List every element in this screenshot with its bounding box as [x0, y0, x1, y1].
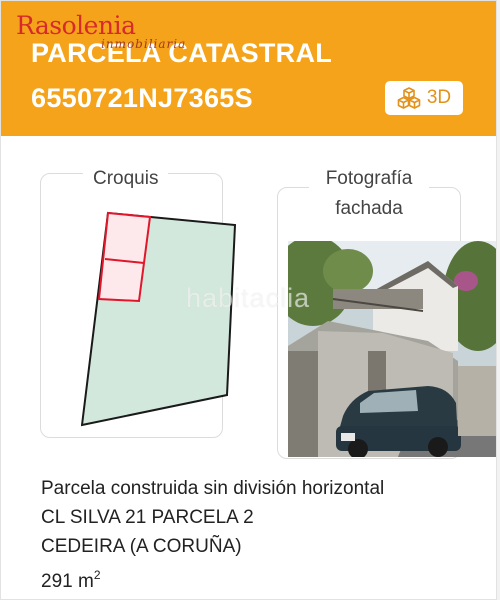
cubes-icon — [397, 87, 421, 109]
parcel-sketch[interactable] — [81, 211, 237, 427]
croquis-label: Croquis — [83, 164, 169, 194]
facade-photo[interactable] — [288, 241, 496, 457]
parcel-area: 291 m2 — [41, 561, 384, 596]
parcel-area-value: 291 m — [41, 571, 94, 592]
cadastral-parcel-card: PARCELA CATASTRAL 6550721NJ7365S Rasolen… — [0, 0, 497, 600]
view-3d-label: 3D — [426, 87, 452, 108]
title-line-reference: 6550721NJ7365S — [31, 83, 253, 113]
parcel-municipality: CEDEIRA (A CORUÑA) — [41, 536, 242, 557]
parcel-info: Parcela construida sin división horizont… — [41, 474, 384, 596]
fotografia-label: Fotografía fachada — [309, 164, 429, 224]
view-3d-button[interactable]: 3D — [385, 81, 463, 115]
card-header: PARCELA CATASTRAL 6550721NJ7365S Rasolen… — [1, 1, 496, 136]
photo-watermark: habitaclia — [186, 283, 311, 313]
parcel-area-unit: 2 — [93, 568, 101, 582]
parcel-type: Parcela construida sin división horizont… — [41, 478, 385, 499]
parcel-address: CL SILVA 21 PARCELA 2 — [41, 507, 254, 528]
watermark-logo-sub: inmobiliaria — [101, 37, 187, 51]
watermark-logo: Rasolenia — [16, 11, 136, 40]
